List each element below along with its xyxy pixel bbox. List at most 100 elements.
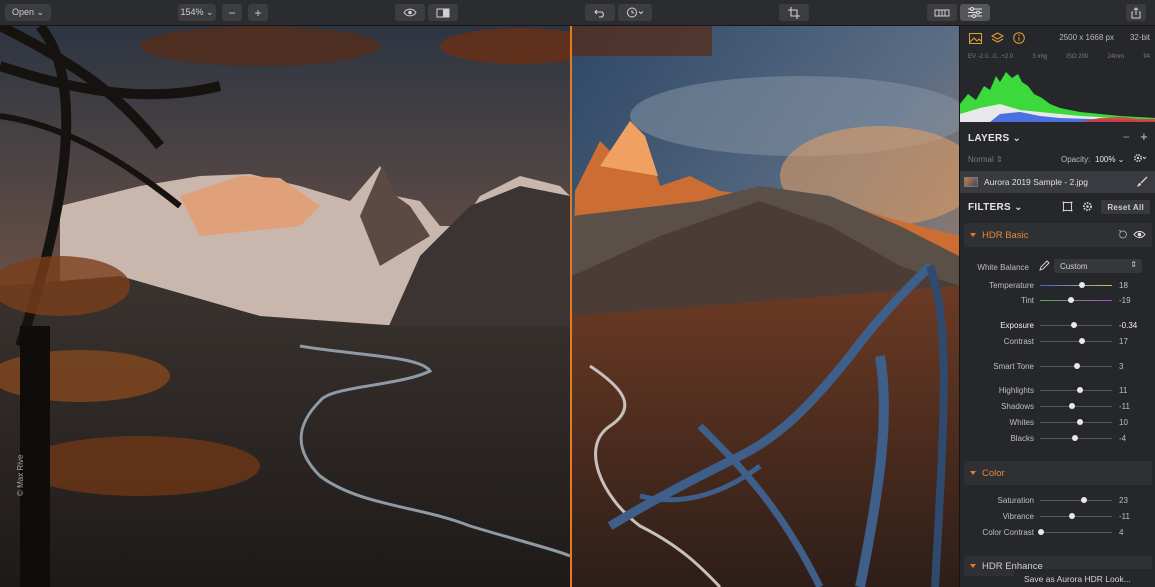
slider-handle[interactable] [1076,419,1083,425]
info-icon[interactable] [1012,31,1026,45]
slider-color-contrast[interactable]: Color Contrast 4 [960,526,1155,540]
white-balance-select[interactable]: Custom ⇕ [1054,259,1142,273]
remove-layer-button[interactable]: − [1123,130,1130,144]
mask-icon[interactable] [1062,201,1073,215]
photo-watermark: © Max Rive [16,454,25,496]
layer-item[interactable]: Aurora 2019 Sample - 2.jpg [960,171,1155,193]
slider-value[interactable]: 11 [1119,386,1127,395]
slider-saturation[interactable]: Saturation 23 [960,494,1155,508]
slider-track[interactable] [1040,532,1112,533]
zoom-in-button[interactable]: + [248,4,268,21]
reset-all-button[interactable]: Reset All [1101,200,1150,214]
slider-value[interactable]: -11 [1119,402,1130,411]
slider-vibrance[interactable]: Vibrance -11 [960,510,1155,524]
slider-smart-tone[interactable]: Smart Tone 3 [960,360,1155,374]
history-button[interactable] [618,4,652,21]
slider-handle[interactable] [1069,513,1076,519]
filter-color-header[interactable]: Color [964,461,1152,485]
slider-value[interactable]: 10 [1119,418,1128,427]
filters-title[interactable]: FILTERS ⌄ [968,202,1023,213]
brush-icon[interactable] [1136,176,1148,190]
slider-label: Highlights [998,386,1034,395]
filter-hdr-basic-header[interactable]: HDR Basic [964,223,1152,247]
slider-label: Vibrance [1002,512,1034,521]
adjust-panel-button[interactable] [960,4,990,21]
history-icon [626,7,644,18]
slider-value[interactable]: 23 [1119,496,1128,505]
slider-handle[interactable] [1076,387,1083,393]
preview-button[interactable] [395,4,425,21]
reset-icon[interactable] [1117,229,1128,242]
slider-handle[interactable] [1080,497,1087,503]
slider-value[interactable]: -0.34 [1119,321,1137,330]
opacity-select[interactable]: 100% ⌄ [1095,155,1124,164]
layers-title[interactable]: LAYERS ⌄ [968,133,1021,144]
slider-value[interactable]: 18 [1119,281,1128,290]
zoom-select[interactable]: 154% ⌄ [178,4,216,21]
slider-track[interactable] [1040,422,1112,423]
slider-track[interactable] [1040,516,1112,517]
gear-icon[interactable] [1082,201,1093,215]
slider-handle[interactable] [1067,297,1074,303]
slider-tint[interactable]: Tint -19 [960,294,1155,308]
slider-handle[interactable] [1079,282,1086,288]
eyedropper-icon[interactable] [1038,260,1050,272]
open-button[interactable]: Open ⌄ [5,4,51,21]
blend-mode-select[interactable]: Normal ⇕ [968,155,1003,164]
save-look-button[interactable]: Save as Aurora HDR Look... [1014,569,1155,587]
share-icon [1131,6,1141,19]
slider-handle[interactable] [1069,403,1076,409]
histogram [960,72,1155,122]
compare-button[interactable] [428,4,458,21]
white-balance-value: Custom [1060,261,1088,271]
opacity-label: Opacity: [1061,155,1091,164]
slider-temperature[interactable]: Temperature 18 [960,279,1155,293]
slider-track[interactable] [1040,341,1112,342]
slider-exposure[interactable]: Exposure -0.34 [960,319,1155,333]
slider-value[interactable]: -19 [1119,296,1131,305]
crop-button[interactable] [779,4,809,21]
slider-label: Whites [1009,418,1034,427]
eye-icon[interactable] [1133,230,1146,241]
zoom-out-button[interactable]: − [222,4,242,21]
photo-canvas[interactable]: © Max Rive [0,26,959,587]
slider-label: Saturation [997,496,1034,505]
slider-shadows[interactable]: Shadows -11 [960,400,1155,414]
slider-track[interactable] [1040,285,1112,286]
slider-track[interactable] [1040,406,1112,407]
slider-track[interactable] [1040,500,1112,501]
layer-thumbnail [964,177,978,187]
add-layer-button[interactable]: + [1140,129,1148,144]
slider-contrast[interactable]: Contrast 17 [960,335,1155,349]
compare-divider-handle[interactable] [570,26,572,587]
slider-handle[interactable] [1071,435,1078,441]
slider-track[interactable] [1040,300,1112,301]
slider-highlights[interactable]: Highlights 11 [960,384,1155,398]
slider-track[interactable] [1040,390,1112,391]
image-icon[interactable] [968,31,982,45]
slider-whites[interactable]: Whites 10 [960,416,1155,430]
slider-handle[interactable] [1070,322,1077,328]
adjust-icon [968,7,982,18]
slider-handle[interactable] [1038,529,1045,535]
slider-value[interactable]: -11 [1119,512,1130,521]
gear-icon[interactable] [1133,153,1147,165]
layer-options-row: Normal ⇕ Opacity: 100% ⌄ [960,152,1155,166]
image-info-bar: 2500 x 1668 px 32-bit [960,26,1155,50]
undo-icon [594,8,606,18]
undo-button[interactable] [585,4,615,21]
layers-view-button[interactable] [927,4,957,21]
adjust-panel: 2500 x 1668 px 32-bit EV -2.0...0...+2.0… [959,26,1155,587]
slider-value[interactable]: 17 [1119,337,1128,346]
slider-value[interactable]: 4 [1119,528,1123,537]
slider-label: Blacks [1010,434,1034,443]
slider-handle[interactable] [1074,363,1081,369]
slider-value[interactable]: -4 [1119,434,1126,443]
collapse-icon [970,471,976,475]
share-button[interactable] [1126,4,1146,21]
slider-handle[interactable] [1078,338,1085,344]
layers-icon[interactable] [990,31,1004,45]
slider-label: Color Contrast [982,528,1034,537]
slider-value[interactable]: 3 [1119,362,1123,371]
slider-blacks[interactable]: Blacks -4 [960,432,1155,446]
